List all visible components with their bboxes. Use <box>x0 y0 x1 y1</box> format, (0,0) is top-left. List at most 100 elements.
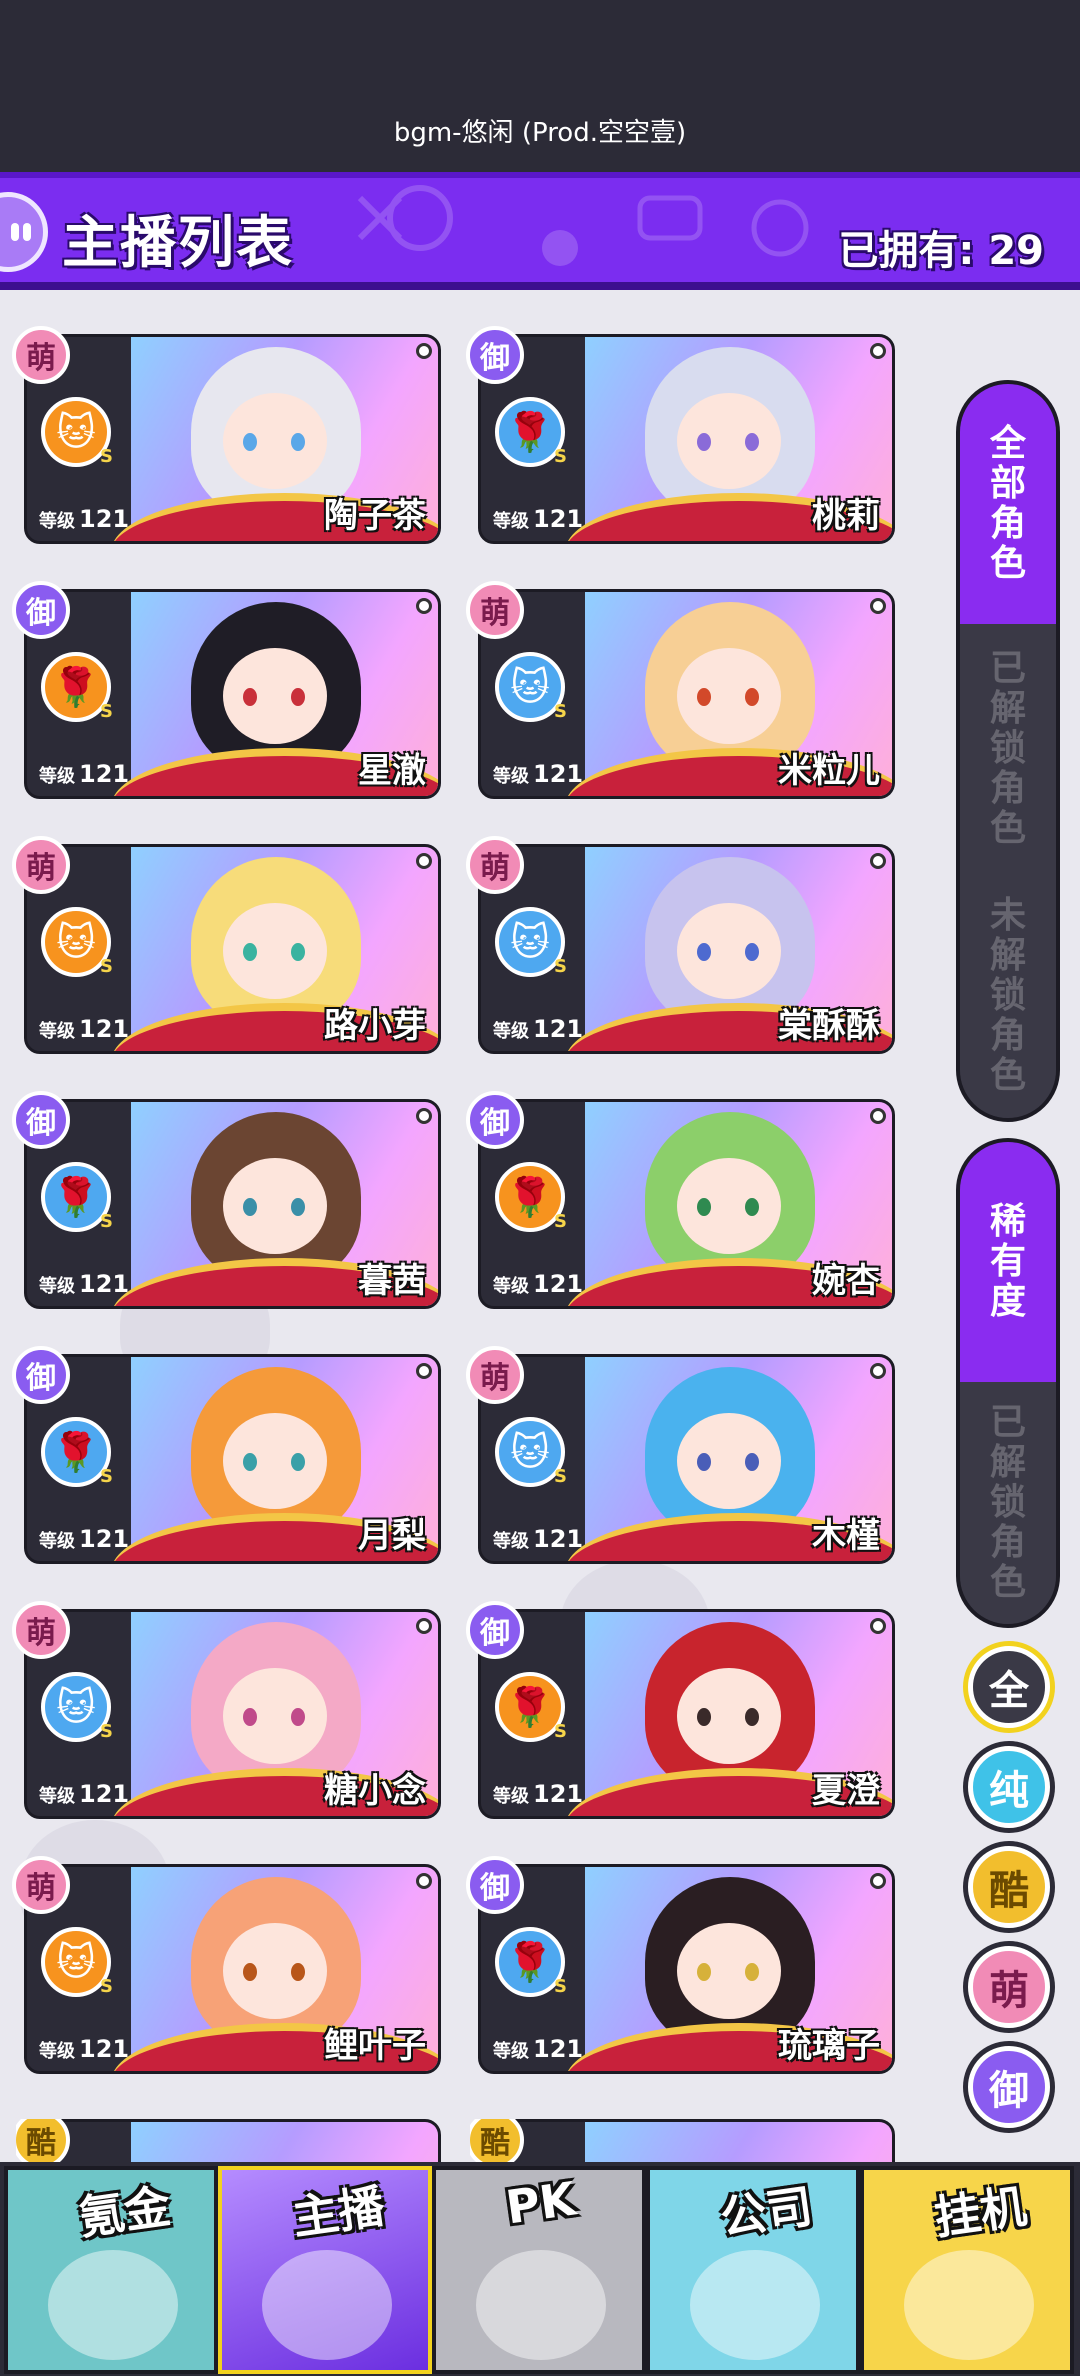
portrait-eye <box>243 433 257 451</box>
filter-button[interactable]: 全 <box>968 1646 1050 1728</box>
card-corner-dot <box>870 1873 886 1889</box>
character-card[interactable]: 🐱 S 等级 121 棠酥酥 萌 <box>466 836 895 1054</box>
filter-button[interactable]: 御 <box>968 2046 1050 2128</box>
level-label: 等级 <box>493 1531 529 1552</box>
character-card-partial[interactable]: 酷 <box>16 2119 441 2162</box>
character-name: 婉杏 <box>812 1261 880 1301</box>
level-value: 121 <box>79 1525 130 1553</box>
character-card[interactable]: 🌹 S 等级 121 桃莉 御 <box>466 326 895 544</box>
card-frame <box>478 2119 895 2162</box>
portrait-eye <box>697 1708 711 1726</box>
rarity-badge: 酷 <box>16 2119 70 2162</box>
character-card[interactable]: 🌹 S 等级 121 琉璃子 御 <box>466 1856 895 2074</box>
level-value: 121 <box>79 1780 130 1808</box>
portrait-eye <box>243 1708 257 1726</box>
card-corner-dot <box>870 853 886 869</box>
character-card[interactable]: 🐱 S 等级 121 木槿 萌 <box>466 1346 895 1564</box>
character-card[interactable]: 🌹 S 等级 121 星澈 御 <box>12 581 441 799</box>
nav-label: 挂机 <box>931 2178 1030 2246</box>
cat-emblem-icon: 🐱 S <box>41 907 113 977</box>
nav-tab[interactable]: 氪金 <box>4 2166 218 2374</box>
portrait-eye <box>291 688 305 706</box>
rarity-badge: 萌 <box>466 1346 524 1404</box>
side-tab[interactable]: 全部角色 <box>960 384 1056 624</box>
level-value: 121 <box>533 760 584 788</box>
character-portrait <box>585 2122 892 2162</box>
level-value: 121 <box>533 1270 584 1298</box>
rose-emblem-icon: 🌹 S <box>495 1162 567 1232</box>
filter-button[interactable]: 纯 <box>968 1746 1050 1828</box>
card-corner-dot <box>870 1108 886 1124</box>
filter-button[interactable]: 酷 <box>968 1846 1050 1928</box>
card-frame: 🐱 S 等级 121 路小芽 <box>24 844 441 1054</box>
card-frame: 🌹 S 等级 121 暮茜 <box>24 1099 441 1309</box>
card-frame: 🐱 S 等级 121 米粒儿 <box>478 589 895 799</box>
rose-emblem-icon: 🌹 S <box>495 1672 567 1742</box>
portrait-eye <box>697 1198 711 1216</box>
portrait-eye <box>745 1453 759 1471</box>
rarity-badge: 御 <box>466 326 524 384</box>
character-name: 月梨 <box>358 1516 426 1556</box>
cat-emblem-icon: 🐱 S <box>495 1417 567 1487</box>
character-card[interactable]: 🌹 S 等级 121 月梨 御 <box>12 1346 441 1564</box>
portrait-eye <box>697 1453 711 1471</box>
side-tab[interactable]: 已解锁角色 <box>960 1382 1056 1624</box>
level-value: 121 <box>79 1270 130 1298</box>
emblem-tag: S <box>100 1466 113 1487</box>
portrait-eye <box>291 1453 305 1471</box>
portrait-eye <box>745 1963 759 1981</box>
nav-label: PK <box>502 2171 579 2235</box>
card-corner-dot <box>416 1108 432 1124</box>
character-card[interactable]: 🐱 S 等级 121 米粒儿 萌 <box>466 581 895 799</box>
side-tab[interactable]: 未解锁角色 <box>960 874 1056 1118</box>
nav-tab[interactable]: 公司 <box>646 2166 860 2374</box>
portrait-eye <box>745 433 759 451</box>
portrait-face <box>223 1413 327 1509</box>
card-frame: 🌹 S 等级 121 桃莉 <box>478 334 895 544</box>
card-corner-dot <box>416 343 432 359</box>
side-tab[interactable]: 稀有度 <box>960 1142 1056 1382</box>
nav-tab[interactable]: PK <box>432 2166 646 2374</box>
character-portrait <box>131 2122 438 2162</box>
portrait-eye <box>243 1963 257 1981</box>
character-card[interactable]: 🐱 S 等级 121 路小芽 萌 <box>12 836 441 1054</box>
nav-tab[interactable]: 挂机 <box>860 2166 1074 2374</box>
level-label: 等级 <box>39 1786 75 1807</box>
level-label: 等级 <box>493 1786 529 1807</box>
character-name: 夏澄 <box>812 1771 880 1811</box>
portrait-eye <box>745 1708 759 1726</box>
emblem-tag: S <box>100 1721 113 1742</box>
rarity-badge: 御 <box>466 1601 524 1659</box>
character-name: 暮茜 <box>358 1261 426 1301</box>
card-frame: 🐱 S 等级 121 陶子茶 <box>24 334 441 544</box>
emblem-tag: S <box>554 1466 567 1487</box>
nav-art-icon <box>904 2250 1034 2360</box>
rarity-badge: 御 <box>12 581 70 639</box>
level-label: 等级 <box>493 1021 529 1042</box>
character-card[interactable]: 🌹 S 等级 121 夏澄 御 <box>466 1601 895 1819</box>
card-frame: 🐱 S 等级 121 棠酥酥 <box>478 844 895 1054</box>
character-card[interactable]: 🐱 S 等级 121 陶子茶 萌 <box>12 326 441 544</box>
cat-emblem-icon: 🐱 S <box>41 1927 113 1997</box>
level-label: 等级 <box>493 1276 529 1297</box>
character-name: 棠酥酥 <box>778 1006 880 1046</box>
portrait-eye <box>697 688 711 706</box>
character-card[interactable]: 🐱 S 等级 121 糖小念 萌 <box>12 1601 441 1819</box>
cat-emblem-icon: 🐱 S <box>495 907 567 977</box>
nav-tab[interactable]: 主播 <box>218 2166 432 2374</box>
side-filter-panel-rarity: 稀有度已解锁角色 <box>956 1138 1060 1628</box>
character-card[interactable]: 🌹 S 等级 121 婉杏 御 <box>466 1091 895 1309</box>
character-card[interactable]: 🌹 S 等级 121 暮茜 御 <box>12 1091 441 1309</box>
level-value: 121 <box>79 1015 130 1043</box>
card-corner-dot <box>416 853 432 869</box>
character-card[interactable]: 🐱 S 等级 121 鲤叶子 萌 <box>12 1856 441 2074</box>
character-name: 陶子茶 <box>324 496 426 536</box>
character-card-partial[interactable]: 酷 <box>470 2119 895 2162</box>
card-corner-dot <box>416 1873 432 1889</box>
filter-button[interactable]: 萌 <box>968 1946 1050 2028</box>
card-corner-dot <box>870 598 886 614</box>
side-tab[interactable]: 已解锁角色 <box>960 624 1056 874</box>
rarity-badge: 酷 <box>470 2119 524 2162</box>
portrait-eye <box>697 1963 711 1981</box>
character-name: 米粒儿 <box>778 751 880 791</box>
